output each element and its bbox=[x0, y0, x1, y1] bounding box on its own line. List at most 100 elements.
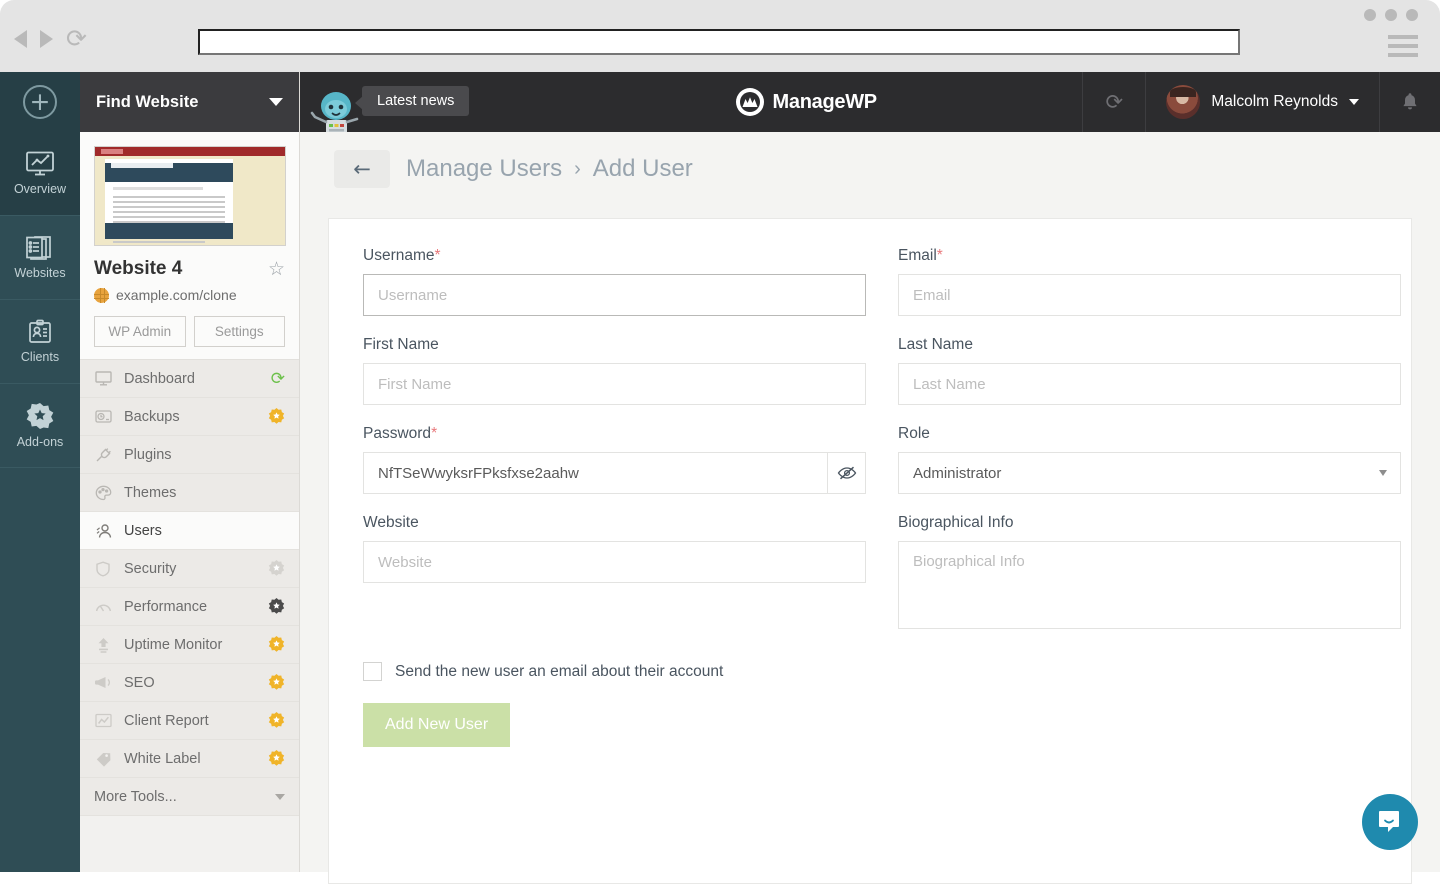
username-input[interactable] bbox=[363, 274, 866, 316]
wp-admin-button[interactable]: WP Admin bbox=[94, 316, 186, 347]
refresh-icon[interactable]: ⟳ bbox=[271, 369, 285, 389]
gear-icon[interactable] bbox=[268, 408, 285, 425]
gear-icon[interactable] bbox=[268, 636, 285, 653]
gear-icon[interactable] bbox=[268, 750, 285, 767]
bio-label: Biographical Info bbox=[898, 514, 1014, 531]
email-input[interactable] bbox=[898, 274, 1401, 316]
role-select[interactable] bbox=[898, 452, 1401, 494]
chevron-down-icon bbox=[275, 793, 285, 800]
sidebar-item-label: Security bbox=[124, 560, 177, 577]
chat-bubble-icon[interactable] bbox=[1362, 794, 1418, 850]
sidebar-item-themes[interactable]: Themes bbox=[80, 474, 299, 512]
add-user-form: Username* Email* First Name Last Name bbox=[329, 219, 1411, 775]
last-name-input[interactable] bbox=[898, 363, 1401, 405]
sidebar-item-backups[interactable]: Backups bbox=[80, 398, 299, 436]
website-name-row: Website 4 ☆ bbox=[94, 258, 285, 280]
sidebar-item-uptime-monitor[interactable]: Uptime Monitor bbox=[80, 626, 299, 664]
submit-column: Send the new user an email about their a… bbox=[363, 654, 866, 747]
website-input[interactable] bbox=[363, 541, 866, 583]
user-menu[interactable]: Malcolm Reynolds bbox=[1146, 72, 1380, 132]
settings-button[interactable]: Settings bbox=[193, 316, 285, 347]
send-email-checkbox-row[interactable]: Send the new user an email about their a… bbox=[363, 662, 866, 681]
rail-label-addons: Add-ons bbox=[16, 435, 64, 449]
rail-item-websites[interactable]: Websites bbox=[0, 216, 80, 300]
rail-item-addons[interactable]: Add-ons bbox=[0, 384, 80, 468]
rail-item-clients[interactable]: Clients bbox=[0, 300, 80, 384]
website-thumbnail[interactable] bbox=[94, 146, 286, 246]
sidebar-item-security[interactable]: Security bbox=[80, 550, 299, 588]
mascot-area: Latest news bbox=[300, 72, 530, 136]
field-email: Email* bbox=[898, 247, 1401, 316]
send-email-label: Send the new user an email about their a… bbox=[395, 662, 724, 680]
globe-icon bbox=[94, 287, 109, 303]
bell-icon[interactable] bbox=[1380, 72, 1440, 132]
stacked-pages-icon bbox=[25, 235, 55, 261]
gear-icon[interactable] bbox=[268, 598, 285, 615]
sidebar-item-label: Performance bbox=[124, 598, 208, 615]
chevron-down-icon bbox=[1349, 99, 1359, 105]
first-name-label: First Name bbox=[363, 336, 439, 353]
breadcrumb-separator: › bbox=[574, 157, 581, 180]
sidebar-item-white-label[interactable]: White Label bbox=[80, 740, 299, 778]
submit-column-spacer bbox=[898, 654, 1401, 747]
hamburger-menu-icon[interactable] bbox=[1388, 35, 1418, 62]
bio-textarea[interactable] bbox=[898, 541, 1401, 629]
sidebar-item-users[interactable]: Users bbox=[80, 512, 299, 550]
window-dots[interactable] bbox=[1364, 9, 1418, 21]
add-new-user-button[interactable]: Add New User bbox=[363, 703, 511, 747]
sidebar-item-label: Uptime Monitor bbox=[124, 636, 223, 653]
website-label: Website bbox=[363, 514, 419, 531]
forward-arrow-icon[interactable] bbox=[40, 30, 53, 48]
arrow-up-icon bbox=[94, 637, 112, 653]
managewp-logo-icon bbox=[735, 88, 764, 116]
required-marker: * bbox=[434, 247, 441, 264]
gear-icon[interactable] bbox=[268, 712, 285, 729]
rail-label-overview: Overview bbox=[13, 182, 67, 196]
password-input[interactable] bbox=[363, 452, 828, 494]
gear-icon[interactable] bbox=[268, 560, 285, 577]
star-outline-icon[interactable]: ☆ bbox=[268, 258, 285, 280]
find-website-dropdown[interactable]: Find Website bbox=[80, 72, 299, 132]
sidebar-item-seo[interactable]: SEO bbox=[80, 664, 299, 702]
send-email-checkbox[interactable] bbox=[363, 662, 382, 681]
sidebar-item-label: Themes bbox=[124, 484, 177, 501]
plus-icon: + bbox=[23, 85, 57, 119]
back-button[interactable]: ← bbox=[334, 150, 390, 188]
more-tools-label: More Tools... bbox=[94, 788, 177, 805]
role-select-wrap bbox=[898, 452, 1401, 494]
sidebar-item-client-report[interactable]: Client Report bbox=[80, 702, 299, 740]
add-website-button[interactable]: + bbox=[0, 72, 80, 132]
megaphone-icon bbox=[94, 675, 112, 690]
rail-label-clients: Clients bbox=[20, 350, 60, 364]
user-icon bbox=[94, 523, 112, 539]
password-label-text: Password bbox=[363, 425, 432, 442]
managewp-logo[interactable]: ManageWP bbox=[530, 88, 1082, 116]
field-password: Password* bbox=[363, 425, 866, 494]
url-input[interactable] bbox=[198, 29, 1240, 55]
first-name-input[interactable] bbox=[363, 363, 866, 405]
reload-icon[interactable]: ⟳ bbox=[66, 26, 87, 51]
chevron-down-icon bbox=[1379, 470, 1387, 476]
tag-icon bbox=[94, 751, 112, 767]
more-tools-item[interactable]: More Tools... bbox=[80, 778, 299, 816]
page-body: ← Manage Users › Add User Username* Emai… bbox=[300, 132, 1440, 884]
back-arrow-icon[interactable] bbox=[14, 30, 27, 48]
website-url-row: example.com/clone bbox=[94, 287, 285, 303]
latest-news-tooltip[interactable]: Latest news bbox=[354, 86, 470, 116]
website-url[interactable]: example.com/clone bbox=[116, 287, 237, 303]
chart-icon bbox=[94, 713, 112, 728]
website-sidebar: Find Website Website 4 ☆ example.com/clo… bbox=[80, 72, 300, 872]
app-header: Latest news ManageWP ⟳ Malcolm Reynolds bbox=[300, 72, 1440, 136]
field-first-name: First Name bbox=[363, 336, 866, 405]
sidebar-item-performance[interactable]: Performance bbox=[80, 588, 299, 626]
breadcrumb-parent[interactable]: Manage Users bbox=[406, 155, 562, 183]
rail-item-overview[interactable]: Overview bbox=[0, 132, 80, 216]
sidebar-item-plugins[interactable]: Plugins bbox=[80, 436, 299, 474]
primary-nav-rail: + Overview Websites Clients Add-ons bbox=[0, 72, 80, 872]
sync-icon[interactable]: ⟳ bbox=[1082, 72, 1147, 132]
gear-icon[interactable] bbox=[268, 674, 285, 691]
id-card-icon bbox=[25, 319, 55, 345]
website-card-buttons: WP Admin Settings bbox=[94, 316, 285, 347]
sidebar-item-dashboard[interactable]: Dashboard ⟳ bbox=[80, 360, 299, 398]
eye-slash-icon[interactable] bbox=[827, 452, 866, 494]
